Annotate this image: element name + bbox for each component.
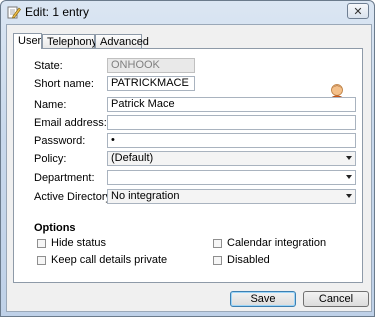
policy-label: Policy:: [34, 153, 67, 165]
edit-dialog-window: Edit: 1 entry ✕ User Telephony Advanced …: [0, 0, 375, 317]
email-field[interactable]: [107, 115, 356, 130]
dialog-client-area: User Telephony Advanced State: ONHOOK Sh…: [6, 24, 372, 312]
title-bar[interactable]: Edit: 1 entry ✕: [1, 1, 374, 23]
chevron-down-icon: [346, 175, 352, 179]
disabled-checkbox[interactable]: [213, 256, 222, 265]
options-heading: Options: [34, 222, 76, 234]
tab-advanced[interactable]: Advanced: [95, 34, 149, 48]
close-icon: ✕: [353, 5, 363, 18]
hide-status-label[interactable]: Hide status: [51, 237, 106, 249]
calendar-integration-label[interactable]: Calendar integration: [227, 237, 326, 249]
keep-call-details-checkbox[interactable]: [37, 256, 46, 265]
tab-telephony[interactable]: Telephony: [42, 34, 97, 48]
keep-call-details-label[interactable]: Keep call details private: [51, 254, 167, 266]
state-label: State:: [34, 60, 63, 72]
calendar-integration-checkbox[interactable]: [213, 239, 222, 248]
short-name-label: Short name:: [34, 78, 94, 90]
password-field[interactable]: •: [107, 133, 356, 148]
department-label: Department:: [34, 172, 95, 184]
name-label: Name:: [34, 99, 67, 111]
policy-selected-value: (Default): [111, 152, 154, 164]
hide-status-checkbox[interactable]: [37, 239, 46, 248]
password-label: Password:: [34, 135, 86, 147]
edit-pencil-icon: [7, 6, 21, 19]
user-tab-panel: State: ONHOOK Short name: PATRICKMACE Na…: [13, 48, 363, 283]
active-directory-label: Active Directory:: [34, 191, 115, 203]
close-button[interactable]: ✕: [347, 3, 369, 19]
active-directory-selected-value: No integration: [111, 190, 180, 202]
disabled-label[interactable]: Disabled: [227, 254, 270, 266]
name-field[interactable]: Patrick Mace: [107, 97, 356, 112]
save-button[interactable]: Save: [230, 291, 296, 307]
chevron-down-icon: [346, 156, 352, 160]
state-field: ONHOOK: [107, 58, 195, 73]
active-directory-dropdown[interactable]: No integration: [107, 189, 356, 204]
chevron-down-icon: [346, 194, 352, 198]
email-label: Email address:: [34, 117, 107, 129]
department-combobox[interactable]: [107, 170, 356, 185]
policy-dropdown[interactable]: (Default): [107, 151, 356, 166]
cancel-button[interactable]: Cancel: [303, 291, 369, 307]
short-name-field[interactable]: PATRICKMACE: [107, 76, 195, 91]
tab-user[interactable]: User: [13, 33, 42, 49]
window-title: Edit: 1 entry: [25, 5, 90, 19]
